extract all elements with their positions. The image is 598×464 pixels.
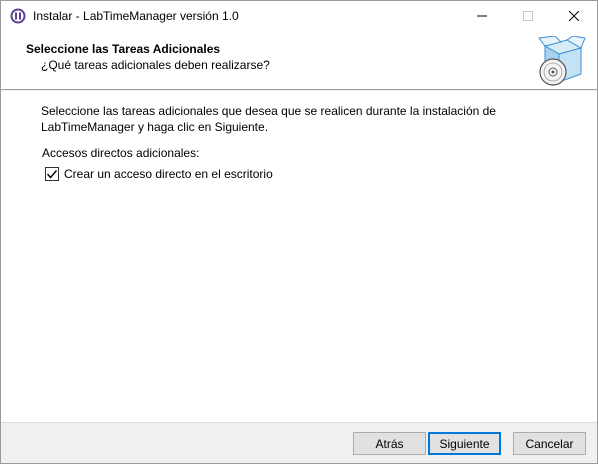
wizard-footer: Atrás Siguiente Cancelar: [1, 422, 597, 463]
back-button[interactable]: Atrás: [353, 432, 426, 455]
wizard-content: Seleccione las tareas adicionales que de…: [1, 91, 597, 422]
title-bar[interactable]: Instalar - LabTimeManager versión 1.0: [1, 1, 597, 32]
next-button[interactable]: Siguiente: [428, 432, 501, 455]
maximize-icon: [523, 10, 533, 24]
installer-app-icon: [10, 8, 26, 24]
cancel-button[interactable]: Cancelar: [513, 432, 586, 455]
desktop-shortcut-label[interactable]: Crear un acceso directo en el escritorio: [64, 167, 273, 181]
page-subtitle: ¿Qué tareas adicionales deben realizarse…: [41, 58, 270, 72]
close-icon: [568, 10, 580, 24]
installer-window: Instalar - LabTimeManager versión 1.0 Se…: [0, 0, 598, 464]
window-title: Instalar - LabTimeManager versión 1.0: [33, 9, 239, 23]
checkmark-icon: [46, 170, 58, 179]
minimize-button[interactable]: [459, 1, 505, 32]
install-box-disc-icon: [537, 35, 587, 88]
desktop-shortcut-option[interactable]: Crear un acceso directo en el escritorio: [45, 166, 273, 182]
shortcuts-group-label: Accesos directos adicionales:: [42, 146, 200, 160]
description-text: Seleccione las tareas adicionales que de…: [41, 104, 496, 134]
desktop-shortcut-checkbox[interactable]: [45, 167, 59, 181]
maximize-button[interactable]: [505, 1, 551, 32]
page-title: Seleccione las Tareas Adicionales: [26, 42, 221, 56]
close-button[interactable]: [551, 1, 597, 32]
wizard-header: Seleccione las Tareas Adicionales ¿Qué t…: [1, 32, 597, 90]
minimize-icon: [477, 10, 487, 24]
